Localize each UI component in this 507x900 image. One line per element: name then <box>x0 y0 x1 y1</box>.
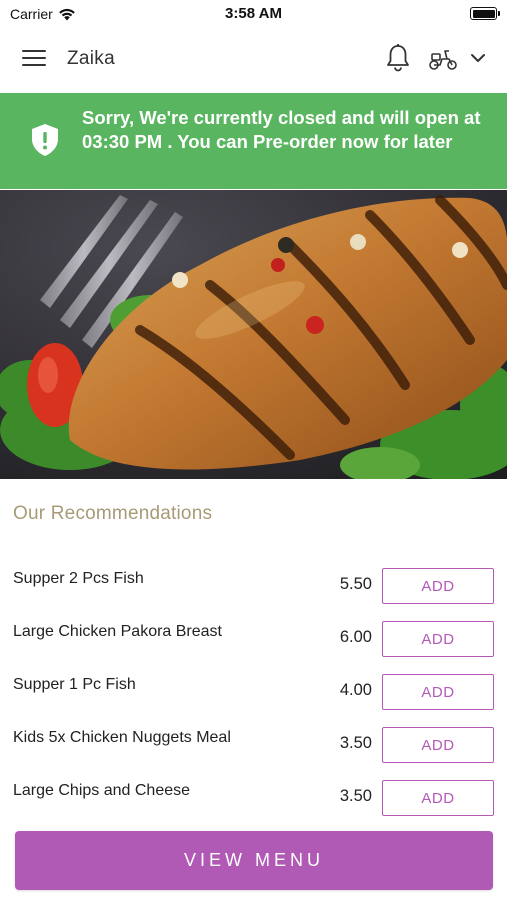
hero-food-image <box>0 190 507 479</box>
add-button[interactable]: ADD <box>382 674 494 710</box>
closed-notice-text: Sorry, We're currently closed and will o… <box>82 107 481 152</box>
item-price: 3.50 <box>339 734 372 752</box>
add-button[interactable]: ADD <box>382 621 494 657</box>
top-nav-bar: Zaika <box>0 28 507 92</box>
battery-icon <box>470 7 500 20</box>
item-price: 5.50 <box>339 575 372 593</box>
scooter-icon[interactable] <box>428 46 458 72</box>
list-item: Supper 1 Pc Fish 4.00 ADD <box>0 674 507 729</box>
item-name: Supper 1 Pc Fish <box>13 676 136 693</box>
list-item: Large Chicken Pakora Breast 6.00 ADD <box>0 621 507 676</box>
grilled-chicken-illustration <box>0 190 507 479</box>
status-bar: Carrier 3:58 AM <box>0 0 507 28</box>
bell-icon[interactable] <box>385 43 411 73</box>
shield-alert-icon <box>32 124 58 156</box>
item-name: Kids 5x Chicken Nuggets Meal <box>13 729 231 746</box>
add-button[interactable]: ADD <box>382 568 494 604</box>
add-button[interactable]: ADD <box>382 727 494 763</box>
clock: 3:58 AM <box>225 5 282 22</box>
app-title: Zaika <box>67 48 115 69</box>
list-item: Large Chips and Cheese 3.50 ADD <box>0 780 507 835</box>
item-price: 6.00 <box>339 628 372 646</box>
menu-icon[interactable] <box>22 50 46 68</box>
view-menu-button[interactable]: VIEW MENU <box>15 831 493 890</box>
item-price: 3.50 <box>339 787 372 805</box>
add-button[interactable]: ADD <box>382 780 494 816</box>
closed-notice-banner: Sorry, We're currently closed and will o… <box>0 93 507 189</box>
item-name: Large Chips and Cheese <box>13 782 191 799</box>
chevron-down-icon[interactable] <box>470 50 486 66</box>
list-item: Supper 2 Pcs Fish 5.50 ADD <box>0 568 507 623</box>
item-name: Supper 2 Pcs Fish <box>13 570 144 587</box>
section-title-recommendations: Our Recommendations <box>13 503 213 524</box>
item-name: Large Chicken Pakora Breast <box>13 623 222 640</box>
list-item: Kids 5x Chicken Nuggets Meal 3.50 ADD <box>0 727 507 782</box>
item-price: 4.00 <box>339 681 372 699</box>
